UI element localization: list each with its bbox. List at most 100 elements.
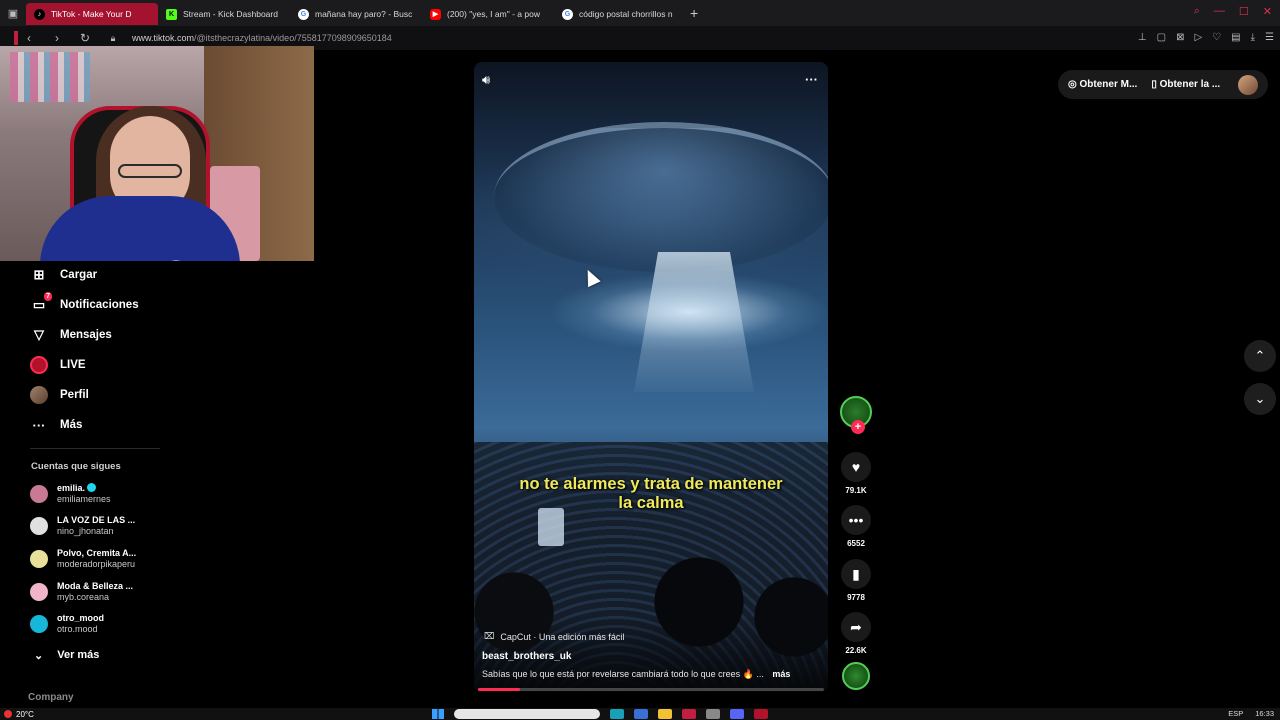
tab-label: TikTok - Make Your D (51, 9, 132, 19)
sidebar-item-label: Notificaciones (60, 299, 139, 311)
taskbar-search[interactable] (454, 709, 600, 719)
creator-avatar[interactable]: + (840, 396, 872, 434)
previous-video-button[interactable]: ⌃ (1244, 340, 1276, 372)
weather-temp: 20°C (16, 709, 34, 719)
company-link[interactable]: Company (28, 692, 74, 703)
tab-kick[interactable]: K Stream - Kick Dashboard (158, 3, 290, 25)
account-name: Moda & Belleza ... (57, 581, 134, 591)
tab-label: mañana hay paro? - Busc (315, 9, 413, 19)
save-action[interactable]: ▮ 9778 (838, 559, 874, 602)
tiktok-sidebar: ⊞ Cargar ▭ 7 Notificaciones ▽ Mensajes LI… (0, 261, 180, 711)
account-handle: nino_jhonatan (57, 526, 114, 536)
progress-fill (478, 688, 520, 691)
toolbar-right: ⊥ ▢ ⊠ ▷ ♡ ▤ ⤓ ☰ (1138, 32, 1274, 43)
browser-tab-bar: ▣ ♪ TikTok - Make Your D K Stream - Kick… (0, 0, 1280, 26)
get-coins-button[interactable]: ◎ Obtener M... (1068, 79, 1137, 90)
get-app-button[interactable]: ▯ Obtener la ... (1151, 79, 1220, 90)
video-progress-bar[interactable] (478, 688, 824, 691)
sidebar-item-label: LIVE (60, 359, 86, 371)
see-more-button[interactable]: ⌄ Ver más (34, 649, 99, 662)
folder-icon[interactable] (658, 709, 672, 719)
app-icon[interactable] (706, 709, 720, 719)
ufo-scene (494, 122, 828, 272)
tab-tiktok[interactable]: ♪ TikTok - Make Your D (26, 3, 158, 25)
tab-google-search[interactable]: G mañana hay paro? - Busc (290, 3, 422, 25)
clock[interactable]: 16:33 (1255, 709, 1274, 718)
forward-icon[interactable]: › (48, 31, 66, 45)
reload-icon[interactable]: ↻ (76, 31, 94, 45)
tab-label: (200) "yes, I am" - a pow (447, 9, 540, 19)
windows-start-icon[interactable] (432, 709, 444, 719)
weather-widget[interactable]: 20°C (4, 710, 34, 719)
sidebar-item-notifications[interactable]: ▭ 7 Notificaciones (30, 292, 139, 314)
edge-icon[interactable] (610, 709, 624, 719)
bookmark-icon: ▮ (841, 559, 871, 589)
divider (30, 448, 160, 449)
volume-icon[interactable]: 🔊︎ (482, 72, 490, 88)
close-icon[interactable]: ✕ (1263, 5, 1272, 18)
following-account[interactable]: emilia. emiliamernes (30, 483, 111, 505)
video-actions: + ♥ 79.1K ••• 6552 ▮ 9778 ➦ 22.6K (838, 396, 874, 655)
sidebar-item-profile[interactable]: Perfil (30, 386, 89, 404)
video-player[interactable]: 🔊︎ ··· no te alarmes y trata de mantener… (474, 62, 828, 692)
next-video-button[interactable]: ⌄ (1244, 383, 1276, 415)
verified-icon (87, 483, 97, 492)
heart-icon: ♥ (841, 452, 871, 482)
windows-taskbar: 20°C ESP 16:33 (0, 708, 1280, 720)
wallet-icon[interactable]: ▤ (1231, 32, 1240, 43)
following-account[interactable]: LA VOZ DE LAS ... nino_jhonatan (30, 515, 135, 537)
more-button[interactable]: más (772, 669, 790, 679)
see-more-label: Ver más (57, 649, 100, 661)
music-disc-icon[interactable] (842, 662, 870, 690)
sidebar-item-more[interactable]: ··· Más (30, 416, 83, 434)
comment-action[interactable]: ••• 6552 (838, 505, 874, 548)
save-count: 9778 (847, 593, 865, 602)
live-icon (30, 356, 48, 374)
play-icon[interactable]: ▷ (1194, 32, 1202, 43)
language-indicator[interactable]: ESP (1228, 709, 1243, 718)
minimize-icon[interactable]: — (1214, 5, 1225, 18)
tab-youtube[interactable]: ▶ (200) "yes, I am" - a pow (422, 3, 554, 25)
share-action[interactable]: ➦ 22.6K (838, 612, 874, 655)
sidebar-item-live[interactable]: LIVE (30, 356, 86, 374)
follow-plus-icon[interactable]: + (851, 420, 865, 434)
opera-icon[interactable] (682, 709, 696, 719)
video-description: Sabías que lo que está por revelarse cam… (482, 669, 822, 680)
video-top-controls: 🔊︎ ··· (482, 72, 818, 88)
video-author[interactable]: beast_brothers_uk (482, 651, 571, 662)
maximize-icon[interactable]: ☐ (1239, 5, 1249, 18)
more-options-icon[interactable]: ··· (805, 72, 818, 88)
url-field[interactable]: www.tiktok.com/@itsthecrazylatina/video/… (132, 33, 392, 43)
sidebar-item-label: Cargar (60, 269, 98, 281)
following-account[interactable]: Polvo, Cremita A... moderadorpikaperu (30, 548, 136, 570)
video-subtitle: no te alarmes y trata de mantener la cal… (474, 475, 828, 513)
like-action[interactable]: ♥ 79.1K (838, 452, 874, 495)
discord-icon[interactable] (730, 709, 744, 719)
sidebar-item-messages[interactable]: ▽ Mensajes (30, 326, 112, 344)
sidebar-item-upload[interactable]: ⊞ Cargar (30, 266, 98, 284)
back-icon[interactable]: ‹ (20, 31, 38, 45)
avatar (30, 485, 48, 503)
capcut-tag[interactable]: ⌧ CapCut · Una edición más fácil (484, 631, 624, 642)
obs-icon[interactable] (754, 709, 768, 719)
menu-icon[interactable]: ☰ (1265, 32, 1274, 43)
subtitle-line: no te alarmes y trata de mantener (519, 475, 783, 493)
send-icon: ▽ (34, 327, 44, 342)
screenshot-icon[interactable]: ▢ (1157, 32, 1166, 43)
download-icon[interactable]: ⤓ (1251, 32, 1255, 43)
pin-icon[interactable]: ⊥ (1138, 32, 1147, 43)
following-account[interactable]: Moda & Belleza ... myb.coreana (30, 581, 133, 603)
profile-avatar (30, 386, 48, 404)
lock-icon: 🔒︎ (110, 32, 116, 43)
user-avatar[interactable] (1238, 74, 1258, 95)
store-icon[interactable] (634, 709, 648, 719)
shield-icon[interactable]: ⊠ (1176, 32, 1184, 43)
youtube-icon: ▶ (430, 8, 441, 20)
new-tab-button[interactable]: + (690, 5, 698, 21)
heart-icon[interactable]: ♡ (1212, 32, 1221, 43)
crowd-silhouettes (474, 522, 828, 692)
tab-actions-icon[interactable]: ▣ (0, 0, 26, 26)
tab-google-postal[interactable]: G código postal chorrillos n (554, 3, 686, 25)
search-tabs-icon[interactable]: ⌕ (1194, 5, 1200, 18)
following-account[interactable]: otro_mood otro.mood (30, 613, 104, 635)
